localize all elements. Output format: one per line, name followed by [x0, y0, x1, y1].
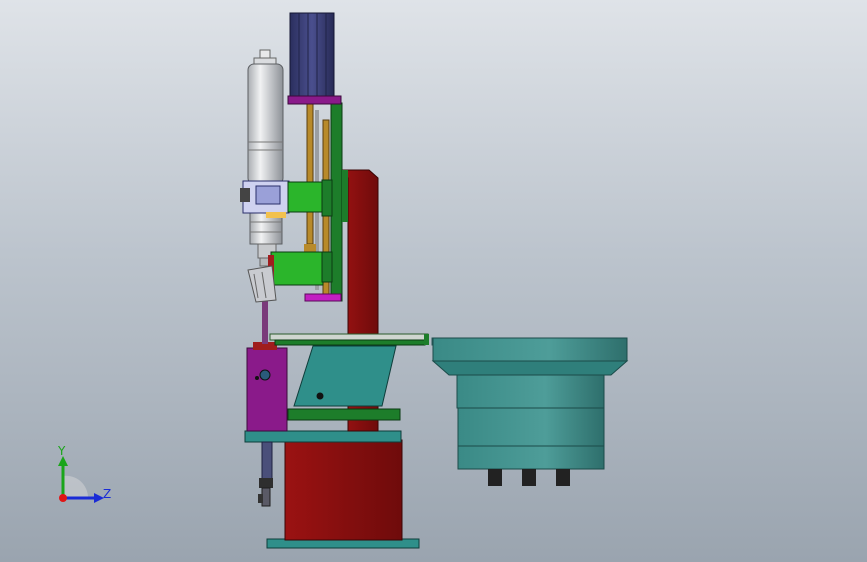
cad-viewport[interactable]: Y Z — [0, 0, 867, 562]
back-plate — [330, 102, 348, 302]
machine-model: Y Z — [57, 12, 629, 549]
feed-rail — [269, 333, 429, 346]
pneumatic-cylinder — [247, 49, 284, 267]
lower-slider — [268, 251, 342, 302]
y-axis-label: Y — [57, 444, 66, 458]
upper-slider — [240, 179, 333, 218]
coordinate-triad[interactable]: Y Z — [57, 444, 111, 503]
lower-gripper — [258, 441, 273, 507]
vibratory-bowl-feeder — [431, 337, 629, 486]
z-axis-label: Z — [103, 487, 111, 501]
servo-motor — [287, 12, 342, 105]
feed-chute — [287, 345, 401, 421]
purple-housing — [246, 342, 288, 432]
x-axis-origin — [59, 494, 67, 502]
pressing-head — [247, 265, 277, 303]
